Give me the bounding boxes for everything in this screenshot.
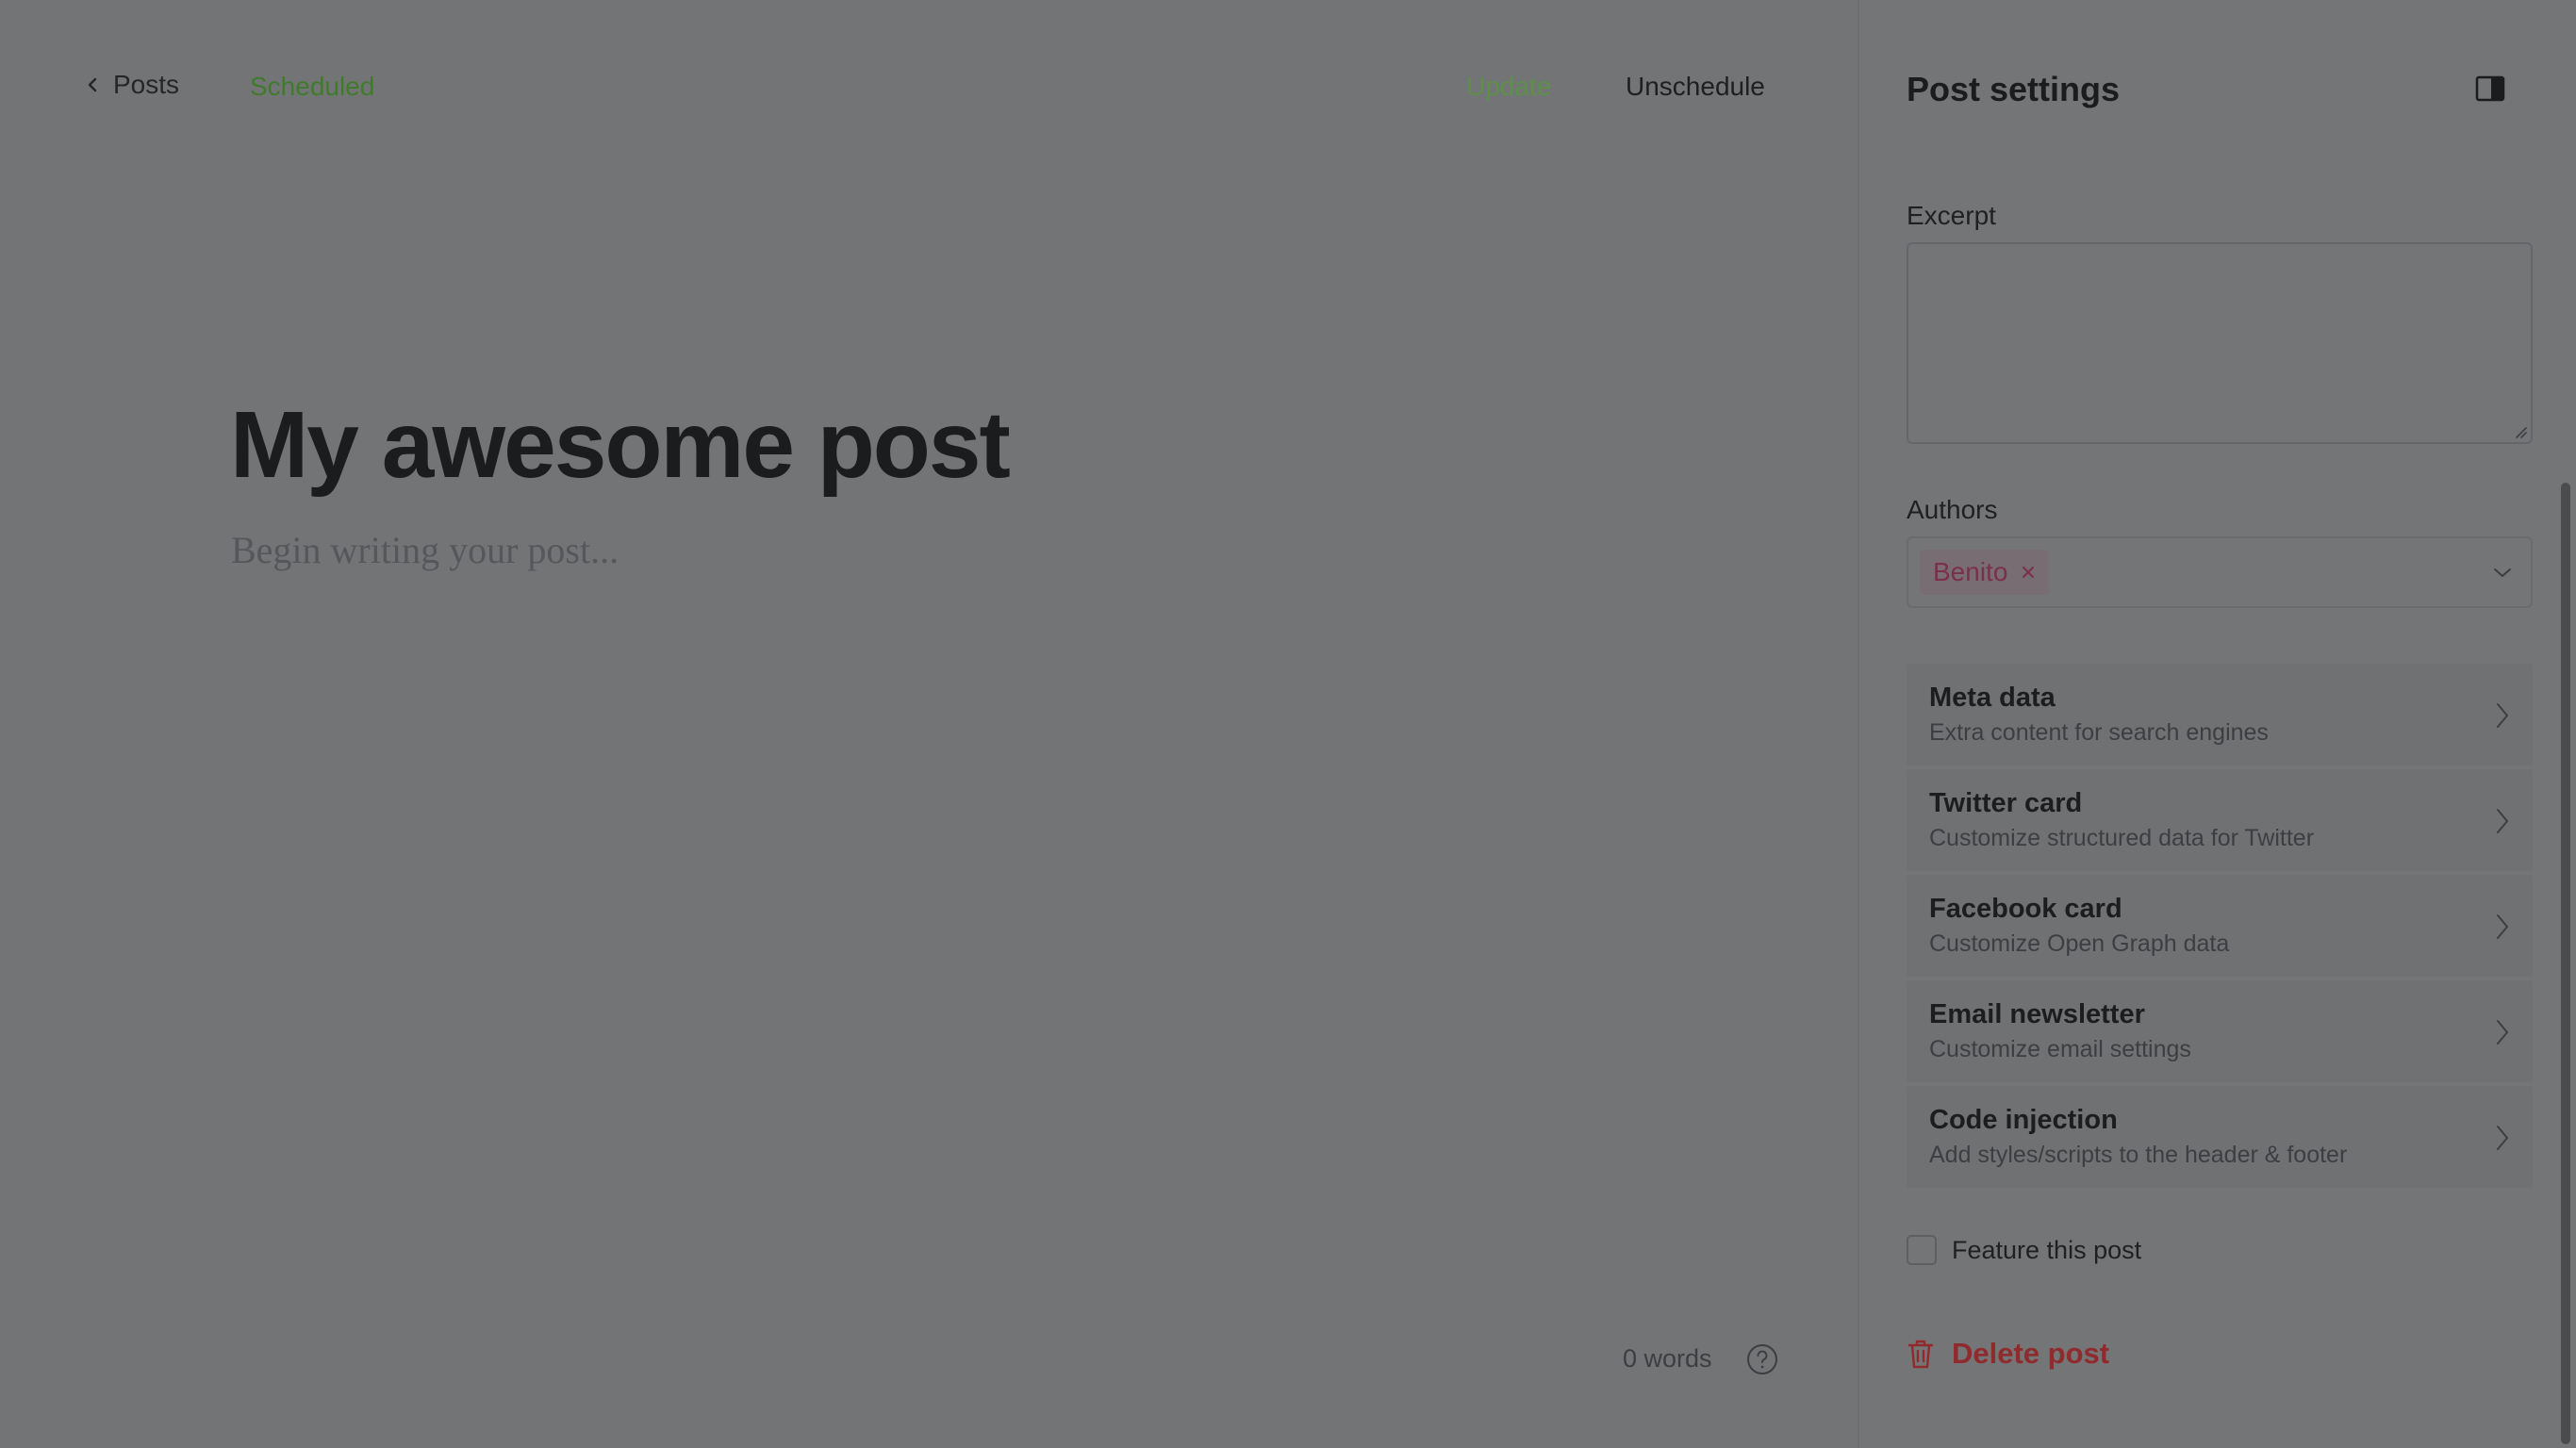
panel-scrollbar[interactable]: [2561, 483, 2570, 1444]
settings-item-title: Email newsletter: [1929, 999, 2145, 1029]
close-icon[interactable]: [2021, 565, 2036, 580]
chevron-down-icon: [2494, 568, 2511, 577]
author-tag: Benito: [1920, 550, 2050, 595]
settings-item-title: Code injection: [1929, 1105, 2118, 1135]
chevron-right-icon: [2497, 1020, 2508, 1045]
delete-post-button[interactable]: Delete post: [1907, 1337, 2109, 1371]
excerpt-textarea[interactable]: [1907, 242, 2533, 444]
settings-item-code-injection[interactable]: Code injection Add styles/scripts to the…: [1907, 1086, 2533, 1188]
chevron-right-icon: [2497, 809, 2508, 833]
sidebar-toggle-icon[interactable]: [2475, 75, 2505, 102]
settings-item-subtitle: Customize Open Graph data: [1929, 930, 2230, 957]
feature-post-checkbox[interactable]: [1907, 1235, 1937, 1265]
settings-item-facebook-card[interactable]: Facebook card Customize Open Graph data: [1907, 875, 2533, 977]
feature-post-row: Feature this post: [1907, 1235, 2141, 1265]
post-body-placeholder[interactable]: Begin writing your post...: [231, 528, 619, 572]
unschedule-button[interactable]: Unschedule: [1626, 72, 1765, 102]
word-count: 0 words: [1623, 1344, 1712, 1373]
post-status: Scheduled: [250, 72, 375, 101]
panel-title: Post settings: [1907, 70, 2121, 108]
resize-handle-icon[interactable]: [2514, 425, 2527, 438]
settings-item-subtitle: Customize structured data for Twitter: [1929, 825, 2315, 851]
authors-select[interactable]: Benito: [1907, 536, 2533, 608]
chevron-right-icon: [2497, 703, 2508, 728]
help-icon[interactable]: [1746, 1343, 1778, 1375]
settings-item-title: Facebook card: [1929, 894, 2122, 924]
settings-item-twitter-card[interactable]: Twitter card Customize structured data f…: [1907, 769, 2533, 871]
chevron-right-icon: [2497, 1126, 2508, 1150]
settings-item-meta-data[interactable]: Meta data Extra content for search engin…: [1907, 664, 2533, 765]
editor-area: Posts Scheduled Update Unschedule My awe…: [0, 0, 1858, 1448]
settings-item-email-newsletter[interactable]: Email newsletter Customize email setting…: [1907, 980, 2533, 1082]
chevron-left-icon: [88, 77, 97, 92]
settings-item-title: Meta data: [1929, 683, 2056, 713]
post-settings-panel: Post settings Excerpt Authors Benito Met…: [1858, 0, 2576, 1448]
settings-item-title: Twitter card: [1929, 788, 2083, 818]
back-link-label: Posts: [113, 70, 180, 99]
feature-post-label[interactable]: Feature this post: [1952, 1236, 2141, 1265]
trash-icon: [1907, 1340, 1934, 1369]
post-title[interactable]: My awesome post: [230, 388, 1011, 502]
settings-item-subtitle: Extra content for search engines: [1929, 719, 2269, 746]
back-to-posts-link[interactable]: Posts: [81, 70, 179, 100]
settings-menu: Meta data Extra content for search engin…: [1907, 664, 2533, 1192]
editor-header: Posts Scheduled Update Unschedule: [0, 0, 1858, 179]
excerpt-label: Excerpt: [1907, 201, 1996, 230]
author-tag-name: Benito: [1933, 557, 2008, 586]
settings-item-subtitle: Customize email settings: [1929, 1036, 2191, 1062]
authors-label: Authors: [1907, 495, 1998, 524]
update-button[interactable]: Update: [1466, 72, 1551, 102]
delete-post-label: Delete post: [1952, 1337, 2110, 1370]
chevron-right-icon: [2497, 914, 2508, 939]
settings-item-subtitle: Add styles/scripts to the header & foote…: [1929, 1142, 2348, 1168]
